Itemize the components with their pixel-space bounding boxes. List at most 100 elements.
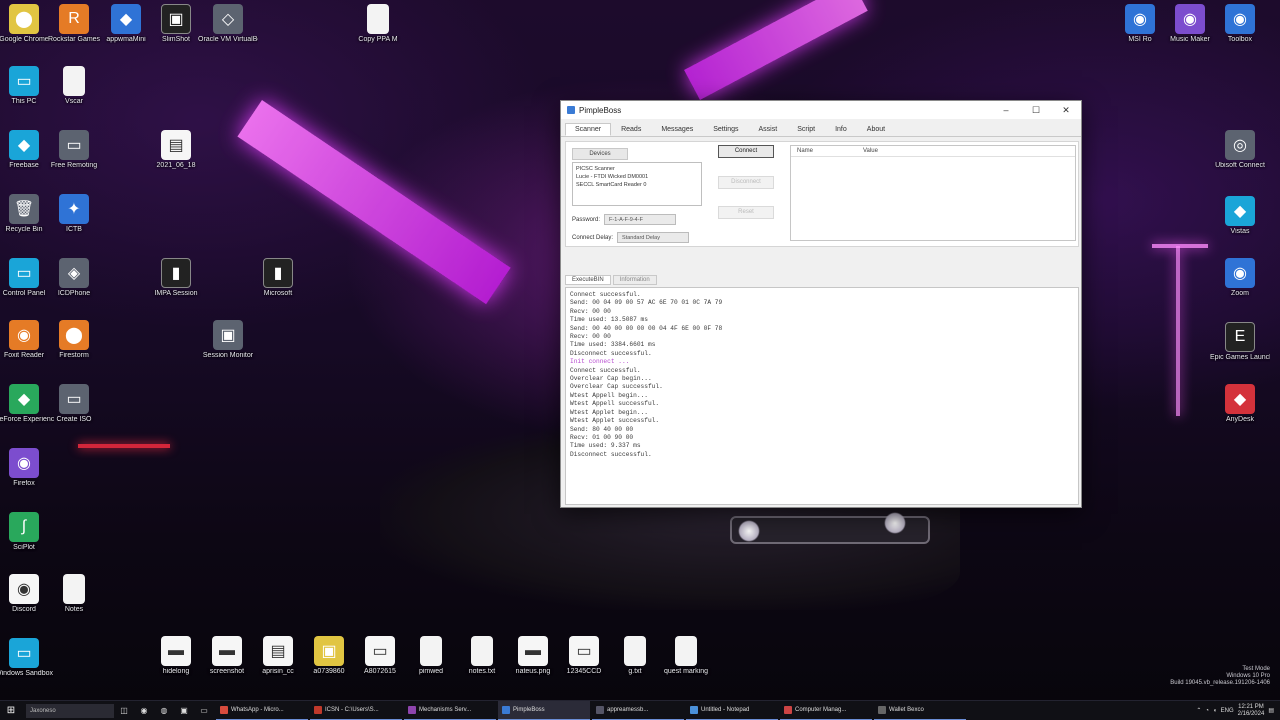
desktop-icon-image: ◆: [1225, 196, 1255, 226]
desktop-icon-label: 2021_06_18: [156, 162, 196, 169]
desktop-icon-image: ▭: [59, 130, 89, 160]
desktop-icon[interactable]: ◆ Vistas: [1210, 196, 1270, 236]
log-output[interactable]: Connect successful. Send: 00 04 09 00 57 …: [565, 287, 1079, 505]
desktop-icon[interactable]: ▭ Windows Sandbox: [0, 638, 54, 678]
desktop-icon-image: [63, 574, 85, 604]
desktop-icon-label: SciPlot: [13, 544, 35, 551]
desktop-icon[interactable]: ∫ SciPlot: [0, 512, 54, 552]
tab-assist[interactable]: Assist: [749, 123, 788, 136]
tab-settings[interactable]: Settings: [703, 123, 748, 136]
taskbar-app-button[interactable]: appreamessb...: [592, 701, 684, 720]
column-header[interactable]: Name: [791, 146, 857, 156]
desktop-icon[interactable]: ▣ SlimShot: [146, 4, 206, 44]
desktop-icon[interactable]: ◈ ICDPhone: [44, 258, 104, 298]
clock-time: 12:21 PM: [1238, 703, 1264, 710]
wallpaper-neon-stripe: [684, 0, 868, 101]
desktop-icon[interactable]: ⬤ Firestorm: [44, 320, 104, 360]
volume-icon[interactable]: ◖: [1213, 708, 1217, 714]
taskbar-app-button[interactable]: ICSN - C:\Users\S...: [310, 701, 402, 720]
language-indicator[interactable]: ENG: [1221, 708, 1234, 714]
desktop-icon-image: ∫: [9, 512, 39, 542]
desktop-icon-image: ◆: [1225, 384, 1255, 414]
chrome-icon[interactable]: ◉: [134, 701, 154, 720]
taskbar-app-button[interactable]: Computer Manag...: [780, 701, 872, 720]
desktop-icon[interactable]: ▮ IMPA Session: [146, 258, 206, 298]
desktop-icon-label: Ubisoft Connect: [1215, 162, 1265, 169]
device-list[interactable]: PICSC Scanner Lucie - FTDI Wicked DM0001 S…: [572, 162, 702, 206]
connect-button[interactable]: Connect: [718, 145, 774, 158]
taskbar-app-button[interactable]: Mechanisms Serv...: [404, 701, 496, 720]
device-list-item[interactable]: SECCL SmartCard Reader 0: [576, 181, 698, 189]
desktop-icon-image: ◆: [111, 4, 141, 34]
store-icon[interactable]: ▣: [174, 701, 194, 720]
desktop-icon-label: ICDPhone: [57, 290, 91, 297]
desktop-icon[interactable]: ▮ Microsoft: [248, 258, 308, 298]
desktop-icon[interactable]: ◉ Zoom: [1210, 258, 1270, 298]
clock[interactable]: 12:21 PM 2/16/2024: [1238, 704, 1265, 718]
tab-script[interactable]: Script: [787, 123, 825, 136]
desktop-icon[interactable]: Copy PPA M: [348, 4, 408, 44]
desktop-icon[interactable]: Vscar: [44, 66, 104, 106]
network-icon[interactable]: ◔: [1205, 708, 1209, 714]
desktop-icon-image: [367, 4, 389, 34]
window-titlebar[interactable]: PimpleBoss – ☐ ✕: [561, 101, 1081, 119]
password-field[interactable]: F-1-A-F-9-4-F: [604, 214, 677, 225]
desktop-icon[interactable]: ▣ Session Monitor: [198, 320, 258, 360]
tab-information[interactable]: Information: [612, 275, 657, 285]
device-list-item[interactable]: PICSC Scanner: [576, 165, 698, 173]
wallpaper-red-light: [78, 444, 170, 448]
column-header[interactable]: Value: [857, 146, 923, 156]
taskbar-search-input[interactable]: Jaxoneso: [26, 703, 114, 718]
explorer-icon[interactable]: ▭: [194, 701, 214, 720]
desktop-icon-label: ICTB: [66, 226, 82, 233]
tab-about[interactable]: About: [857, 123, 895, 136]
edge-icon[interactable]: ◍: [154, 701, 174, 720]
log-line: Time used: 3384.6601 ms: [570, 341, 656, 349]
close-button[interactable]: ✕: [1051, 101, 1081, 119]
notification-icon[interactable]: ▤: [1268, 707, 1274, 714]
desktop-icon[interactable]: E Epic Games Launcher: [1210, 322, 1270, 362]
desktop-icon[interactable]: ▭ Free Remoting: [44, 130, 104, 170]
log-line: Connect successful.: [570, 366, 641, 374]
log-line: Recv: 00 00: [570, 333, 611, 341]
device-list-item[interactable]: Lucie - FTDI Wicked DM0001: [576, 173, 698, 181]
desktop-icon[interactable]: ◆ AnyDesk: [1210, 384, 1270, 424]
tab-scanner[interactable]: Scanner: [565, 123, 612, 136]
log-line: Wtest Applet begin...: [570, 408, 648, 416]
desktop-icon[interactable]: ◉ Toolbox: [1210, 4, 1270, 44]
connect-delay-select[interactable]: Standard Delay: [617, 232, 690, 243]
desktop-icon[interactable]: R Rockstar Games: [44, 4, 104, 44]
tab-reads[interactable]: Reads: [611, 123, 651, 136]
tab-info[interactable]: Info: [825, 123, 857, 136]
maximize-button[interactable]: ☐: [1021, 101, 1051, 119]
desktop-icon[interactable]: ▤ 2021_06_18: [146, 130, 206, 170]
desktop-icon[interactable]: ✦ ICTB: [44, 194, 104, 234]
log-line: Wtest Appell begin...: [570, 391, 648, 399]
desktop-icon[interactable]: ▭ Create ISO: [44, 384, 104, 424]
desktop-icon[interactable]: Notes: [44, 574, 104, 614]
start-button[interactable]: ⊞: [0, 701, 22, 720]
app-icon: [502, 705, 510, 714]
taskbar-app-button[interactable]: Wallet Bexco: [874, 701, 966, 720]
devices-subtab[interactable]: Devices: [572, 148, 628, 160]
desktop-icon[interactable]: ◉ Firefox: [0, 448, 54, 488]
taskbar-app-label: PimpleBoss: [513, 706, 545, 713]
taskbar-app-button[interactable]: PimpleBoss: [498, 700, 590, 720]
desktop-icon[interactable]: ◎ Ubisoft Connect: [1210, 130, 1270, 170]
taskbar-app-label: Wallet Bexco: [889, 706, 924, 713]
desktop-icon-label: Copy PPA M: [358, 36, 398, 43]
disconnect-button[interactable]: Disconnect: [718, 176, 774, 189]
task-view-icon[interactable]: ◫: [114, 701, 134, 720]
minimize-button[interactable]: –: [991, 101, 1021, 119]
taskbar-app-button[interactable]: WhatsApp - Micro...: [216, 701, 308, 720]
reset-button[interactable]: Reset: [718, 206, 774, 219]
taskbar-app-button[interactable]: Untitled - Notepad: [686, 701, 778, 720]
desktop-icon[interactable]: quest marking: [656, 636, 716, 676]
desktop-icon[interactable]: ◇ Oracle VM VirtualBox: [198, 4, 258, 44]
tab-messages[interactable]: Messages: [651, 123, 703, 136]
tray-chevron-icon[interactable]: ⌃: [1196, 707, 1201, 714]
desktop-icon-image: ▣: [161, 4, 191, 34]
desktop-icon-label: SlimShot: [161, 36, 190, 43]
parameter-table[interactable]: Name Value: [790, 145, 1076, 241]
tab-execute-bin[interactable]: ExecuteBIN: [565, 275, 611, 285]
